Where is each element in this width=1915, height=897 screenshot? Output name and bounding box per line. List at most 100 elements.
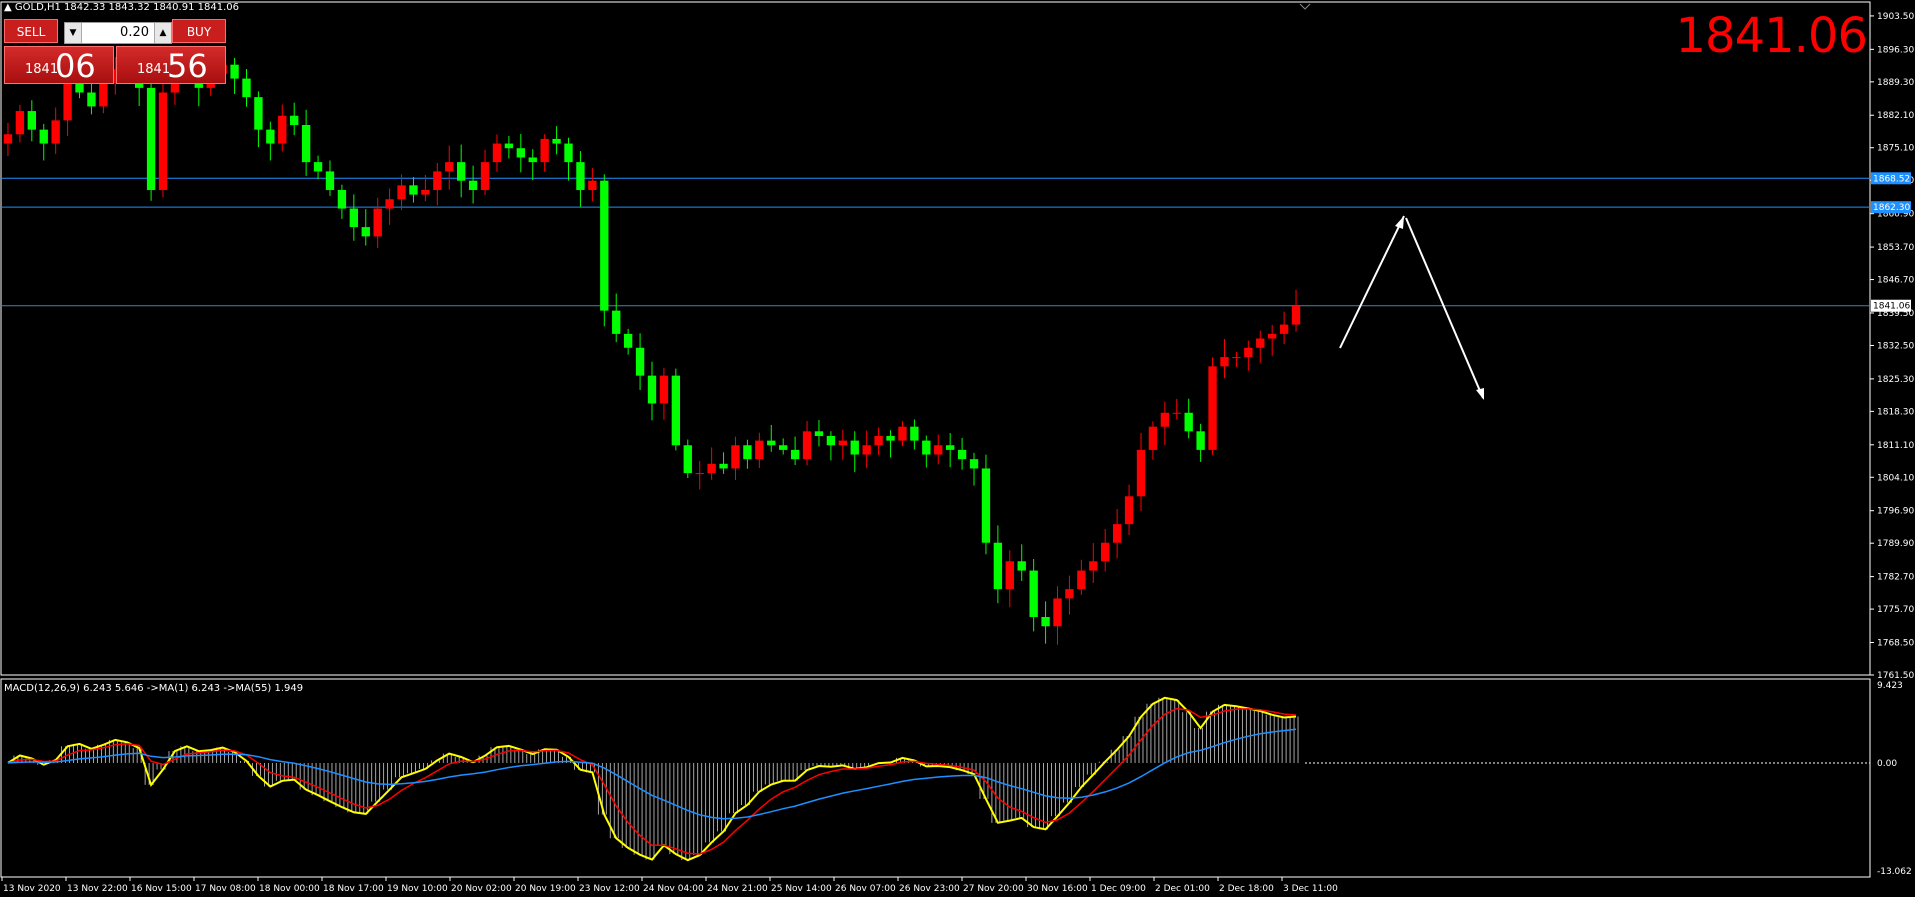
symbol-info: GOLD,H1 1842.33 1843.32 1840.91 1841.06: [14, 2, 239, 13]
candle-body: [1208, 366, 1217, 450]
macd-ma55-line: [7, 728, 1297, 820]
down-arrow-line: [1405, 217, 1484, 399]
horizontal-levels[interactable]: 1868.52 1862.30 1841.06: [1, 172, 1911, 312]
time-tick-label: 19 Nov 10:00: [387, 884, 448, 894]
candle-body: [457, 162, 466, 181]
candle-body: [743, 445, 752, 460]
sell-button[interactable]: SELL: [4, 19, 58, 43]
candle-body: [254, 97, 263, 130]
candle-body: [790, 449, 800, 460]
price-tick-label: 1889.30: [1877, 78, 1914, 88]
candle-body: [600, 180, 609, 311]
candle-body: [1005, 561, 1014, 590]
candle-body: [540, 138, 549, 163]
up-arrow-line: [1339, 215, 1405, 349]
time-tick-label: 26 Nov 07:00: [835, 884, 896, 894]
price-tick-label: 1846.70: [1877, 276, 1914, 286]
price-tick-label: 1903.50: [1877, 12, 1914, 22]
price-tick-label: 1789.90: [1877, 539, 1914, 549]
time-tick-label: 25 Nov 14:00: [771, 884, 832, 894]
time-tick-label: 2 Dec 01:00: [1155, 884, 1210, 894]
candle-body: [39, 129, 48, 144]
time-tick-label: 26 Nov 23:00: [899, 884, 960, 894]
sell-quote-small: 1841: [25, 62, 59, 77]
candle-body: [1041, 616, 1050, 627]
time-tick-label: 1 Dec 09:00: [1091, 884, 1146, 894]
price-tick-label: 1853.70: [1877, 243, 1914, 253]
lot-size-input[interactable]: ▼ 0.20 ▲: [64, 22, 172, 44]
time-tick-label: 24 Nov 21:00: [707, 884, 768, 894]
candle-body: [719, 463, 728, 469]
price-tick-label: 1875.10: [1877, 144, 1914, 154]
buy-quote[interactable]: 1841 56: [116, 46, 226, 85]
candle-body: [385, 199, 394, 209]
candle-body: [707, 463, 716, 474]
time-tick-label: 18 Nov 17:00: [323, 884, 384, 894]
candle-body: [862, 445, 871, 455]
candle-body: [814, 431, 824, 436]
lot-value[interactable]: 0.20: [120, 23, 149, 43]
candle-body: [1029, 570, 1038, 617]
time-tick-label: 16 Nov 15:00: [131, 884, 192, 894]
candle-body: [755, 440, 764, 460]
macd-axis-label: 9.423: [1877, 681, 1903, 691]
price-tick-label: 1896.30: [1877, 45, 1914, 55]
candle-body: [99, 83, 108, 107]
candle-body: [576, 162, 585, 190]
candle-body: [516, 148, 525, 158]
candle-body: [445, 162, 454, 172]
candle-body: [337, 189, 347, 209]
candle-body: [158, 92, 168, 190]
candle-body: [1089, 561, 1098, 571]
candle-body: [850, 440, 859, 455]
time-tick-label: 2 Dec 18:00: [1219, 884, 1274, 894]
level-label: 1862.30: [1873, 203, 1910, 213]
time-tick-label: 17 Nov 08:00: [195, 884, 256, 894]
sell-quote[interactable]: 1841 06: [4, 46, 114, 85]
candle-body: [373, 208, 382, 237]
candlesticks: [3, 46, 1301, 645]
candle-body: [480, 162, 490, 190]
buy-button[interactable]: BUY: [172, 19, 226, 43]
candle-body: [3, 134, 13, 144]
candle-body: [957, 449, 967, 460]
candle-body: [325, 171, 335, 190]
one-click-trading-panel: SELL ▼ 0.20 ▲ BUY 1841 06 1841 56: [4, 19, 226, 85]
candle-body: [1268, 333, 1277, 339]
candle-body: [802, 431, 812, 460]
candle-body: [945, 445, 955, 450]
time-tick-label: 24 Nov 04:00: [643, 884, 704, 894]
drawn-arrows[interactable]: [1339, 215, 1484, 400]
time-tick-label: 30 Nov 16:00: [1027, 884, 1088, 894]
candle-body: [433, 171, 442, 190]
candle-body: [1124, 496, 1134, 525]
candle-body: [397, 185, 406, 200]
candle-body: [1160, 412, 1170, 427]
increase-lot-icon[interactable]: ▲: [154, 23, 171, 43]
price-tick-label: 1811.10: [1877, 441, 1914, 451]
candle-body: [910, 426, 919, 441]
price-tick-label: 1775.70: [1877, 605, 1914, 615]
candle-body: [683, 445, 692, 474]
macd-axis-label: 0.00: [1877, 759, 1897, 769]
chart-area[interactable]: 1903.50 1896.30 1889.30 1882.10 1875.10 1868.…: [0, 0, 1915, 897]
macd-main-line: [7, 696, 1297, 862]
sell-quote-large: 06: [55, 47, 96, 85]
candle-body: [87, 92, 96, 107]
level-label: 1868.52: [1873, 174, 1910, 184]
candle-body: [564, 143, 573, 163]
decrease-lot-icon[interactable]: ▼: [65, 23, 82, 43]
time-tick-label: 27 Nov 20:00: [963, 884, 1024, 894]
candle-body: [922, 440, 931, 455]
candle-body: [886, 435, 895, 441]
price-axis: 1903.50 1896.30 1889.30 1882.10 1875.10 1868.…: [1870, 12, 1914, 681]
candle-body: [623, 333, 633, 348]
candle-body: [767, 440, 776, 446]
candle-body: [1101, 542, 1110, 562]
candle-body: [1053, 598, 1062, 627]
triangle-icon: ▲: [4, 2, 12, 13]
chart-header: ▲ GOLD,H1 1842.33 1843.32 1840.91 1841.0…: [4, 2, 239, 13]
candle-body: [409, 185, 418, 195]
candle-body: [695, 473, 704, 475]
macd-histogram: [13, 697, 1299, 861]
